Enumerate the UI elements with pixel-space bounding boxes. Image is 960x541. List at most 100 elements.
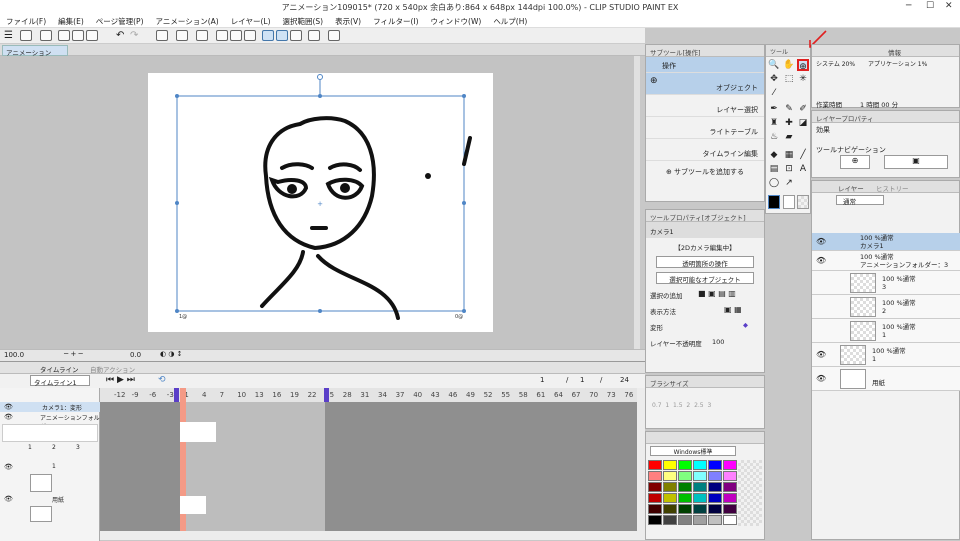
clear-outside-icon[interactable] <box>176 30 188 41</box>
track-paper[interactable]: 👁 用紙 <box>0 494 100 506</box>
color-swatch[interactable] <box>678 482 692 492</box>
transparent-op-select[interactable]: 透明箇所の操作 <box>656 256 754 268</box>
color-swatch[interactable] <box>723 471 737 481</box>
color-swatch[interactable] <box>708 515 722 525</box>
eye-icon[interactable]: 👁 <box>816 350 826 359</box>
keyframe-icon[interactable]: ◆ <box>743 321 748 329</box>
color-swatch[interactable] <box>723 504 737 514</box>
menu-edit[interactable]: 編集(E) <box>52 14 90 27</box>
color-swatch[interactable] <box>693 460 707 470</box>
size-0-7[interactable]: 0.7 <box>652 402 662 409</box>
tab-timeline[interactable]: タイムライン <box>40 364 79 374</box>
brush-icon[interactable] <box>20 30 32 41</box>
tool-nav-button[interactable]: ⊕ <box>840 155 870 169</box>
color-swatch[interactable] <box>678 493 692 503</box>
timeline-select[interactable]: タイムライン1 <box>30 375 90 387</box>
ruler-icon[interactable]: ⊡ <box>783 163 795 175</box>
pencil-icon[interactable]: ✎ <box>783 103 795 115</box>
menu-layer[interactable]: レイヤー(L) <box>225 14 277 27</box>
color-swatch[interactable] <box>708 493 722 503</box>
eye-icon[interactable]: 👁 <box>4 413 13 421</box>
color-swatch[interactable] <box>678 460 692 470</box>
scale-icon[interactable] <box>216 30 228 41</box>
undo-icon[interactable]: ↶ <box>116 30 128 41</box>
color-swatch[interactable] <box>663 460 677 470</box>
sub-color-swatch[interactable] <box>783 195 795 209</box>
fill-tool-icon[interactable]: ▰ <box>783 131 795 143</box>
tool-nav-settings[interactable]: ▣ <box>884 155 948 169</box>
color-swatch[interactable] <box>648 493 662 503</box>
track-camera[interactable]: 👁 カメラ1：変形 <box>0 402 100 412</box>
color-swatch[interactable] <box>708 460 722 470</box>
end-marker[interactable] <box>324 388 329 402</box>
zoom-value[interactable]: 100.0 <box>4 351 24 359</box>
hand-icon[interactable]: ✋ <box>783 59 795 71</box>
bucket-icon[interactable]: ◆ <box>768 149 780 161</box>
blend-icon[interactable]: ♨ <box>768 131 780 143</box>
color-swatch[interactable] <box>648 515 662 525</box>
color-swatch[interactable] <box>693 504 707 514</box>
subtool-light-table[interactable]: ライトテーブル <box>646 117 764 139</box>
main-color-swatch[interactable] <box>768 195 780 209</box>
clear-icon[interactable] <box>156 30 168 41</box>
size-2-5[interactable]: 2.5 <box>694 402 704 409</box>
eye-icon[interactable]: 👁 <box>816 237 826 246</box>
balloon-icon[interactable]: ◯ <box>768 177 780 189</box>
gradient-icon[interactable]: ▦ <box>783 149 795 161</box>
color-swatch[interactable] <box>648 460 662 470</box>
layer-row-folder[interactable]: 👁 100 %通常 アニメーションフォルダー：3 <box>812 251 960 271</box>
operation-tool-icon[interactable]: ⊕ <box>797 59 809 72</box>
link-icon[interactable] <box>328 30 340 41</box>
color-swatch[interactable] <box>693 482 707 492</box>
menu-view[interactable]: 表示(V) <box>329 14 367 27</box>
color-swatch[interactable] <box>678 515 692 525</box>
layer-row-2[interactable]: 100 %通常 2 <box>812 295 960 319</box>
color-swatch[interactable] <box>678 471 692 481</box>
snap-ruler-icon[interactable] <box>262 30 274 41</box>
start-marker[interactable] <box>174 388 179 402</box>
save-icon[interactable] <box>86 30 98 41</box>
menu-file[interactable]: ファイル(F) <box>0 14 52 27</box>
hamburger-icon[interactable]: ☰ <box>4 30 16 41</box>
layer-row-camera[interactable]: 👁 100 %通常 カメラ1 <box>812 233 960 251</box>
color-swatch[interactable] <box>723 515 737 525</box>
loop-icon[interactable]: ⟲ <box>158 375 166 385</box>
eraser-icon[interactable]: ◪ <box>797 117 809 129</box>
snap-grid-icon[interactable] <box>290 30 302 41</box>
decoration-icon[interactable]: ✚ <box>783 117 795 129</box>
selection-mode-icons[interactable]: ■ ▣ ▤ ▥ <box>698 289 736 298</box>
subtool-timeline-edit[interactable]: タイムライン編集 <box>646 139 764 161</box>
subtool-operation[interactable]: 操作 <box>646 57 764 73</box>
color-swatch[interactable] <box>708 482 722 492</box>
document-tab[interactable]: アニメーション109015* ✱ <box>2 45 68 65</box>
size-1[interactable]: 1 <box>665 402 669 409</box>
eye-icon[interactable]: 👁 <box>816 256 826 265</box>
eye-icon[interactable]: 👁 <box>4 463 13 471</box>
size-1-5[interactable]: 1.5 <box>673 402 683 409</box>
tab-history[interactable]: ヒストリー <box>876 183 909 193</box>
size-3[interactable]: 3 <box>707 402 711 409</box>
rotate-controls[interactable]: ◐ ◑ ↕ <box>160 350 183 358</box>
add-subtool-button[interactable]: ⊕ サブツールを追加する <box>646 167 764 177</box>
display-mode-icons[interactable]: ▣ ▦ <box>724 305 742 314</box>
selection-icon[interactable]: ⬚ <box>783 73 795 85</box>
layer-row-paper[interactable]: 👁 用紙 <box>812 367 960 391</box>
color-swatch[interactable] <box>723 482 737 492</box>
close-button[interactable]: ✕ <box>945 1 953 11</box>
menu-selection[interactable]: 選択範囲(S) <box>277 14 330 27</box>
transparent-color-swatch[interactable] <box>797 195 809 209</box>
eyedropper-icon[interactable]: ⁄ <box>768 87 780 99</box>
track-layer-1[interactable]: 👁 1 <box>0 462 100 474</box>
menu-filter[interactable]: フィルター(I) <box>367 14 424 27</box>
layer-row-1b[interactable]: 👁 100 %通常 1 <box>812 343 960 367</box>
color-swatch[interactable] <box>678 504 692 514</box>
redo-icon[interactable]: ↷ <box>130 30 142 41</box>
snap-special-ruler-icon[interactable] <box>276 30 288 41</box>
blend-mode-select[interactable]: 通常 <box>836 195 884 206</box>
color-swatch[interactable] <box>648 471 662 481</box>
timeline-frames[interactable]: -12 -9 -6 -3 1 4 7 10 13 16 19 22 25 28 31 34 37 40 43 46 49… <box>100 388 637 531</box>
eye-icon[interactable]: 👁 <box>816 374 826 383</box>
color-swatch[interactable] <box>663 504 677 514</box>
brush-tool-icon[interactable]: ✐ <box>797 103 809 115</box>
subtool-layer-select[interactable]: レイヤー選択 <box>646 95 764 117</box>
